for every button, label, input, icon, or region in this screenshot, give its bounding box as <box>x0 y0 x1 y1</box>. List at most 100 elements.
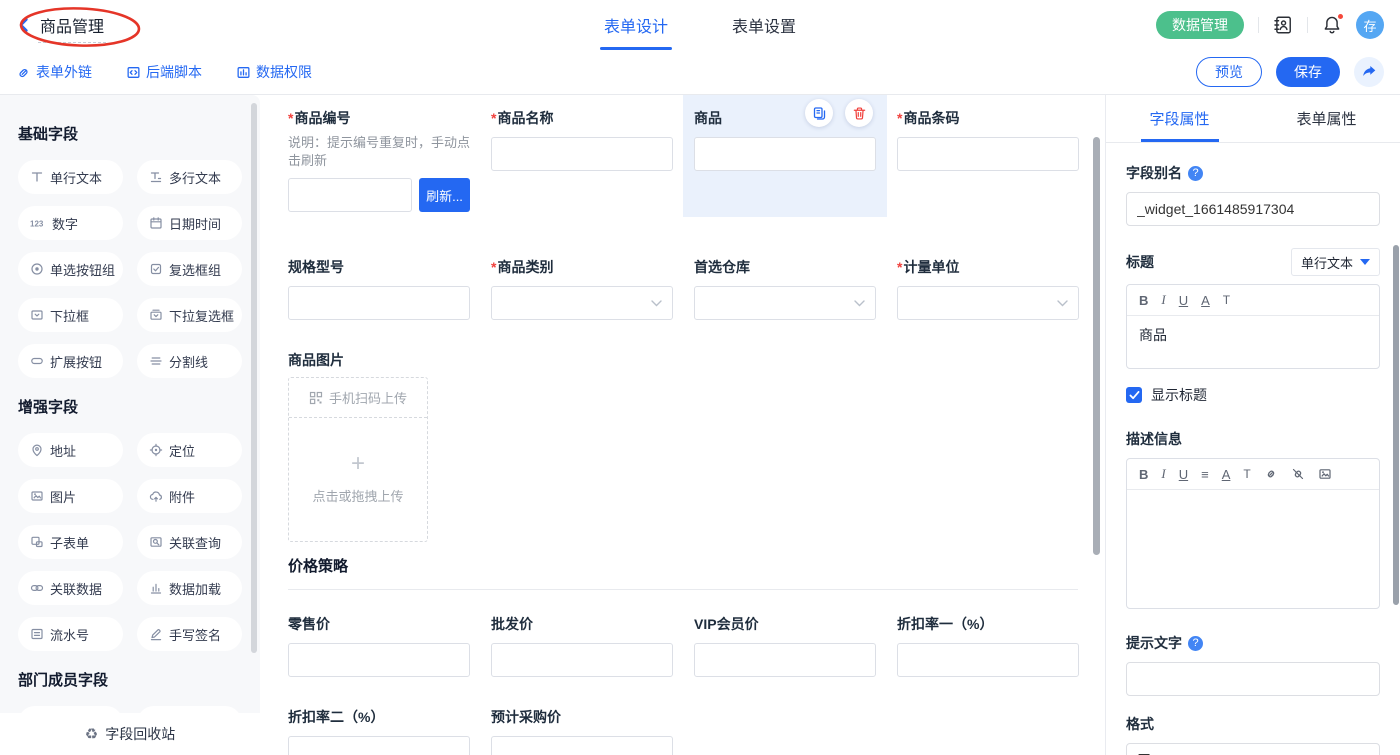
field-wholesale-price[interactable]: 批发价 <box>491 614 673 677</box>
font-size-button[interactable]: T <box>1223 293 1230 307</box>
discount-rate-2-input[interactable] <box>288 736 470 755</box>
field-product-barcode[interactable]: 商品条码 <box>897 108 1079 171</box>
backend-script-link[interactable]: 后端脚本 <box>126 62 202 82</box>
field-item-address[interactable]: 地址 <box>18 433 123 467</box>
field-item-linked-data[interactable]: 关联数据 <box>18 571 123 605</box>
tab-form-properties[interactable]: 表单属性 <box>1253 95 1400 142</box>
avatar[interactable]: 存 <box>1356 11 1384 39</box>
field-product-category[interactable]: 商品类别 <box>491 257 673 320</box>
notification-bell-icon[interactable] <box>1322 15 1342 35</box>
underline-button[interactable]: U <box>1179 293 1188 308</box>
italic-button[interactable]: I <box>1161 292 1165 308</box>
italic-button[interactable]: I <box>1161 466 1165 482</box>
data-permission-link[interactable]: 数据权限 <box>236 62 312 82</box>
description-editor-content[interactable] <box>1127 490 1379 608</box>
copy-field-button[interactable] <box>805 99 833 127</box>
field-vip-price[interactable]: VIP会员价 <box>694 614 876 677</box>
field-item-subform[interactable]: 子表单 <box>18 525 123 559</box>
form-external-link[interactable]: 表单外链 <box>16 62 92 82</box>
estimated-purchase-price-input[interactable] <box>491 736 673 755</box>
retail-price-input[interactable] <box>288 643 470 677</box>
save-button[interactable]: 保存 <box>1276 57 1340 87</box>
help-icon[interactable] <box>1188 636 1203 651</box>
field-spec-model[interactable]: 规格型号 <box>288 257 470 320</box>
bold-button[interactable]: B <box>1139 293 1148 308</box>
field-product-image[interactable]: 商品图片 手机扫码上传 + 点击或拖拽上传 <box>288 350 1078 542</box>
preview-button[interactable]: 预览 <box>1196 57 1262 87</box>
field-item-radio-group[interactable]: 单选按钮组 <box>18 252 123 286</box>
field-item-location[interactable]: 定位 <box>137 433 242 467</box>
field-item-expand-button[interactable]: 扩展按钮 <box>18 344 123 378</box>
product-input[interactable] <box>694 137 876 171</box>
share-button[interactable] <box>1354 57 1384 87</box>
field-estimated-purchase-price[interactable]: 预计采购价 <box>491 707 673 755</box>
data-manage-button[interactable]: 数据管理 <box>1156 11 1244 39</box>
hint-input[interactable] <box>1126 662 1380 696</box>
field-recycle-bin[interactable]: ♻ 字段回收站 <box>0 713 260 755</box>
sidebar-scrollbar[interactable] <box>251 103 257 653</box>
field-item-signature[interactable]: 手写签名 <box>137 617 242 651</box>
delete-field-button[interactable] <box>845 99 873 127</box>
field-item-member-multi[interactable]: 成员多选 <box>137 706 242 713</box>
insert-link-button[interactable] <box>1264 467 1278 481</box>
measure-unit-select[interactable] <box>897 286 1079 320</box>
discount-rate-1-input[interactable] <box>897 643 1079 677</box>
field-item-data-load[interactable]: 数据加载 <box>137 571 242 605</box>
form-title[interactable]: 商品管理 <box>38 13 106 43</box>
product-name-input[interactable] <box>491 137 673 171</box>
remove-link-button[interactable] <box>1291 467 1305 481</box>
help-icon[interactable] <box>1188 166 1203 181</box>
back-icon[interactable] <box>16 17 32 33</box>
field-item-checkbox-group[interactable]: 复选框组 <box>137 252 242 286</box>
canvas-scrollbar[interactable] <box>1093 137 1100 555</box>
bold-button[interactable]: B <box>1139 467 1148 482</box>
field-item-number[interactable]: 123数字 <box>18 206 123 240</box>
price-strategy-section[interactable]: 价格策略 <box>288 555 1078 590</box>
vip-price-input[interactable] <box>694 643 876 677</box>
contacts-book-icon[interactable] <box>1273 15 1293 35</box>
field-item-multi-dropdown[interactable]: 下拉复选框 <box>137 298 242 332</box>
spec-model-input[interactable] <box>288 286 470 320</box>
field-item-member-single[interactable]: 成员单选 <box>18 706 123 713</box>
font-color-button[interactable]: A <box>1222 467 1231 482</box>
field-item-attachment[interactable]: 附件 <box>137 479 242 513</box>
alias-input[interactable] <box>1126 192 1380 226</box>
field-measure-unit[interactable]: 计量单位 <box>897 257 1079 320</box>
product-barcode-input[interactable] <box>897 137 1079 171</box>
align-button[interactable]: ≡ <box>1201 467 1209 482</box>
field-product-name[interactable]: 商品名称 <box>491 108 673 171</box>
field-item-lookup[interactable]: 关联查询 <box>137 525 242 559</box>
preferred-warehouse-select[interactable] <box>694 286 876 320</box>
field-retail-price[interactable]: 零售价 <box>288 614 470 677</box>
wholesale-price-input[interactable] <box>491 643 673 677</box>
field-item-divider[interactable]: 分割线 <box>137 344 242 378</box>
font-color-button[interactable]: A <box>1201 293 1210 308</box>
product-code-input[interactable] <box>288 178 412 212</box>
panel-scrollbar[interactable] <box>1393 245 1399 605</box>
field-item-datetime[interactable]: 日期时间 <box>137 206 242 240</box>
format-select[interactable]: 无 <box>1126 743 1380 755</box>
refresh-button[interactable]: 刷新... <box>419 178 470 212</box>
product-category-select[interactable] <box>491 286 673 320</box>
underline-button[interactable]: U <box>1179 467 1188 482</box>
scan-upload-button[interactable]: 手机扫码上传 <box>289 378 427 418</box>
font-size-button[interactable]: T <box>1243 467 1250 481</box>
field-product-code[interactable]: 商品编号 说明：提示编号重复时，手动点击刷新 刷新... <box>288 108 470 212</box>
title-editor-content[interactable]: 商品 <box>1127 316 1379 368</box>
field-product-selected[interactable]: 商品 <box>694 108 876 217</box>
field-item-dropdown[interactable]: 下拉框 <box>18 298 123 332</box>
field-item-multi-line-text[interactable]: 多行文本 <box>137 160 242 194</box>
field-discount-rate-2[interactable]: 折扣率二（%） <box>288 707 470 755</box>
tab-field-properties[interactable]: 字段属性 <box>1106 95 1253 142</box>
field-item-serial-number[interactable]: 流水号 <box>18 617 123 651</box>
field-item-single-line-text[interactable]: 单行文本 <box>18 160 123 194</box>
field-type-select[interactable]: 单行文本 <box>1291 248 1380 276</box>
field-discount-rate-1[interactable]: 折扣率一（%） <box>897 614 1079 677</box>
field-item-image[interactable]: 图片 <box>18 479 123 513</box>
tab-form-settings[interactable]: 表单设置 <box>730 0 798 50</box>
show-title-checkbox[interactable]: 显示标题 <box>1126 385 1380 405</box>
drag-upload-area[interactable]: + 点击或拖拽上传 <box>289 418 427 541</box>
tab-form-design[interactable]: 表单设计 <box>602 0 670 50</box>
field-preferred-warehouse[interactable]: 首选仓库 <box>694 257 876 320</box>
insert-image-button[interactable] <box>1318 467 1332 481</box>
